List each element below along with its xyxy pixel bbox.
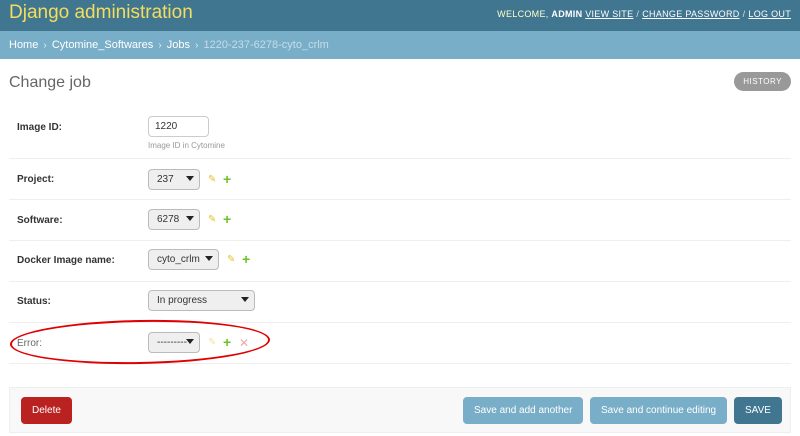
image-id-label: Image ID: bbox=[17, 122, 63, 133]
software-select-value: 6278 bbox=[157, 214, 180, 225]
plus-icon[interactable]: + bbox=[223, 212, 231, 226]
pencil-icon[interactable]: ✎ bbox=[208, 174, 216, 186]
submit-row: Delete Save and add another Save and con… bbox=[9, 387, 791, 433]
breadcrumb-separator: › bbox=[195, 40, 199, 51]
chevron-down-icon bbox=[186, 176, 194, 181]
docker-image-label: Docker Image name: bbox=[17, 255, 115, 266]
status-select-value: In progress bbox=[157, 295, 208, 306]
history-button[interactable]: HISTORY bbox=[734, 72, 791, 91]
logout-link[interactable]: LOG OUT bbox=[748, 9, 791, 19]
breadcrumb-home[interactable]: Home bbox=[9, 39, 38, 51]
project-select[interactable]: 237 bbox=[148, 169, 200, 190]
username: ADMIN bbox=[551, 9, 583, 19]
software-label: Software: bbox=[17, 215, 63, 226]
image-id-help: Image ID in Cytomine bbox=[148, 141, 225, 150]
view-site-link[interactable]: VIEW SITE bbox=[585, 9, 633, 19]
user-tools: WELCOME, ADMIN VIEW SITE / CHANGE PASSWORD… bbox=[497, 9, 791, 19]
status-select[interactable]: In progress bbox=[148, 290, 255, 311]
site-header: Django administration WELCOME, ADMIN VIE… bbox=[0, 0, 800, 31]
form-row-image-id: Image ID: 1220 Image ID in Cytomine bbox=[9, 108, 791, 159]
form-row-software: Software: 6278 ✎ + bbox=[9, 200, 791, 241]
software-select[interactable]: 6278 bbox=[148, 209, 200, 230]
project-label: Project: bbox=[17, 174, 55, 185]
change-password-link[interactable]: CHANGE PASSWORD bbox=[642, 9, 739, 19]
breadcrumb-model[interactable]: Jobs bbox=[167, 39, 190, 51]
breadcrumb-current: 1220-237-6278-cyto_crlm bbox=[203, 39, 329, 51]
save-and-continue-button[interactable]: Save and continue editing bbox=[590, 397, 728, 424]
chevron-down-icon bbox=[205, 256, 213, 261]
save-button[interactable]: SAVE bbox=[734, 397, 782, 424]
chevron-down-icon bbox=[186, 216, 194, 221]
docker-image-select-value: cyto_crlm bbox=[157, 254, 200, 265]
plus-icon[interactable]: + bbox=[242, 252, 250, 266]
image-id-input[interactable]: 1220 bbox=[148, 116, 209, 137]
breadcrumb-separator: › bbox=[43, 40, 47, 51]
plus-icon[interactable]: + bbox=[223, 172, 231, 186]
delete-button[interactable]: Delete bbox=[21, 397, 72, 424]
form-row-status: Status: In progress bbox=[9, 282, 791, 323]
form-row-project: Project: 237 ✎ + bbox=[9, 159, 791, 200]
site-brand[interactable]: Django administration bbox=[9, 2, 193, 24]
status-label: Status: bbox=[17, 296, 51, 307]
breadcrumb: Home › Cytomine_Softwares › Jobs › 1220-… bbox=[0, 31, 800, 59]
form-row-docker-image: Docker Image name: cyto_crlm ✎ + bbox=[9, 241, 791, 282]
pencil-icon[interactable]: ✎ bbox=[208, 214, 216, 226]
chevron-down-icon bbox=[241, 297, 249, 302]
page-title: Change job bbox=[9, 74, 91, 91]
docker-image-select[interactable]: cyto_crlm bbox=[148, 249, 219, 270]
welcome-text: WELCOME, bbox=[497, 9, 549, 19]
project-select-value: 237 bbox=[157, 174, 174, 185]
breadcrumb-app[interactable]: Cytomine_Softwares bbox=[52, 39, 154, 51]
separator: / bbox=[636, 9, 640, 19]
save-and-add-another-button[interactable]: Save and add another bbox=[463, 397, 584, 424]
pencil-icon[interactable]: ✎ bbox=[227, 254, 235, 266]
breadcrumb-separator: › bbox=[158, 40, 162, 51]
